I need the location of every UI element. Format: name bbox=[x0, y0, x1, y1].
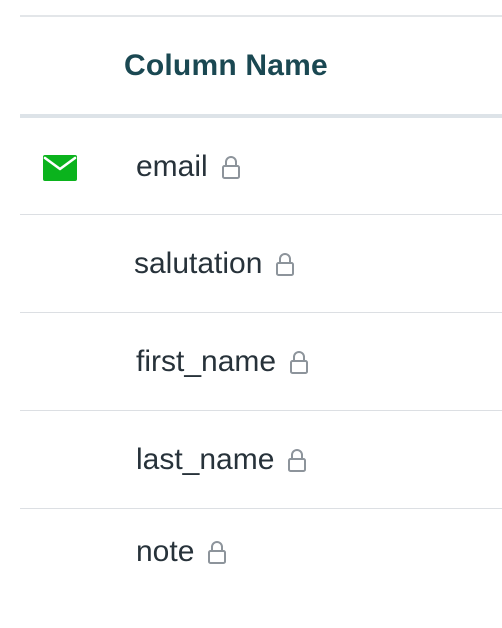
table-row: first_name bbox=[20, 313, 502, 411]
lock-icon bbox=[221, 156, 240, 179]
table-row: note bbox=[20, 509, 502, 606]
column-name-text: note bbox=[136, 535, 195, 568]
column-name-cell: salutation bbox=[134, 247, 295, 281]
column-name-cell: note bbox=[136, 535, 227, 569]
column-name-cell: last_name bbox=[136, 443, 307, 477]
table-row: last_name bbox=[20, 411, 502, 509]
table-row: email bbox=[20, 118, 502, 215]
column-name-text: email bbox=[136, 150, 208, 183]
envelope-icon bbox=[43, 155, 77, 181]
lock-icon bbox=[208, 541, 227, 564]
lock-icon bbox=[288, 449, 307, 472]
column-table: Column Name email salutation first_name bbox=[20, 15, 502, 606]
column-name-text: last_name bbox=[136, 443, 275, 476]
column-name-cell: email bbox=[136, 150, 241, 184]
table-header: Column Name bbox=[20, 17, 502, 118]
table-row: salutation bbox=[20, 215, 502, 313]
column-name-text: salutation bbox=[134, 247, 263, 280]
column-name-header[interactable]: Column Name bbox=[124, 49, 328, 83]
column-name-cell: first_name bbox=[136, 345, 309, 379]
lock-icon bbox=[276, 253, 295, 276]
column-name-text: first_name bbox=[136, 345, 277, 378]
lock-icon bbox=[290, 351, 309, 374]
